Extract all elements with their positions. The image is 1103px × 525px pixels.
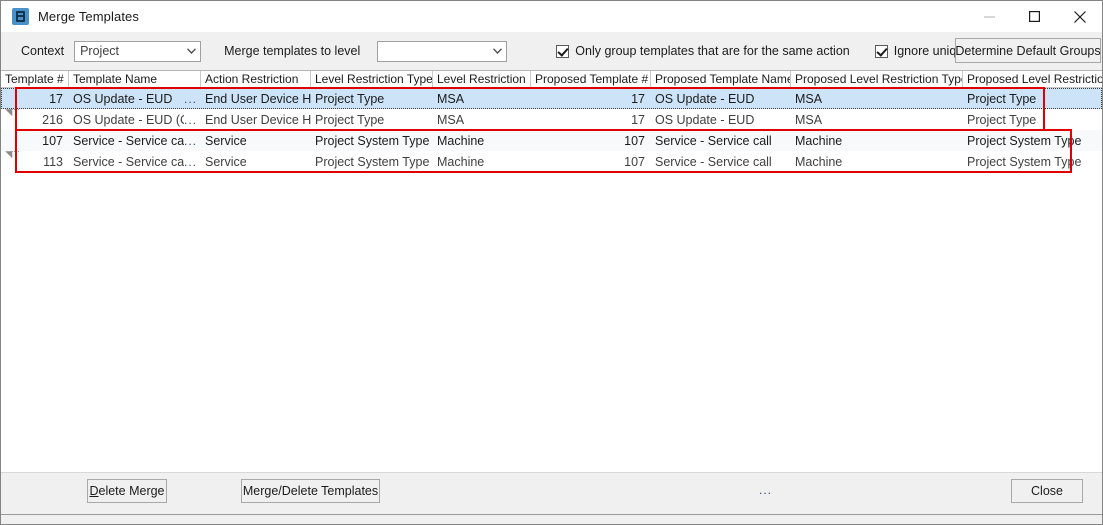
merge-delete-templates-label: Merge/Delete Templates	[243, 484, 378, 498]
maximize-icon[interactable]	[1012, 1, 1057, 32]
cell-level-restriction: Machine	[433, 131, 531, 151]
options-toolbar: Context Project Merge templates to level…	[1, 32, 1102, 70]
window-title: Merge Templates	[38, 9, 139, 24]
cell-proposed-template-num: 17	[531, 110, 651, 130]
delete-merge-rest: elete Merge	[99, 484, 165, 498]
cell-action-restriction: End User Device HW	[201, 89, 311, 109]
column-header-level-restriction[interactable]: Level Restriction	[433, 71, 531, 87]
template-name-ellipsis-button[interactable]: ...	[184, 136, 201, 146]
merge-templates-window: Merge Templates Context Project Merge te…	[0, 0, 1103, 525]
checkmark-icon	[556, 45, 569, 58]
table-row[interactable]: 113 Service - Service call (C ... Servic…	[1, 151, 1102, 172]
templates-grid: Template # Template Name Action Restrict…	[1, 70, 1102, 472]
cell-proposed-level-restriction-type: Machine	[791, 131, 963, 151]
column-header-proposed-template-num[interactable]: Proposed Template #	[531, 71, 651, 87]
footer-overflow-button[interactable]: ...	[759, 483, 772, 497]
chevron-down-icon	[183, 48, 200, 54]
context-dropdown[interactable]: Project	[74, 41, 201, 62]
column-header-level-restriction-type[interactable]: Level Restriction Type	[311, 71, 433, 87]
merge-level-label: Merge templates to level	[224, 44, 360, 58]
close-button-label: Close	[1031, 484, 1063, 498]
cell-proposed-level-restriction-type: MSA	[791, 89, 963, 109]
column-header-proposed-level-restriction-type[interactable]: Proposed Level Restriction Type	[791, 71, 963, 87]
cell-action-restriction: Service	[201, 152, 311, 172]
cell-proposed-template-name: Service - Service call	[651, 152, 791, 172]
grid-header-row: Template # Template Name Action Restrict…	[1, 71, 1102, 88]
cell-template-num: 216	[21, 110, 69, 130]
cell-level-restriction-type: Project System Type	[311, 131, 433, 151]
cell-template-name: Service - Service call (C	[69, 152, 184, 172]
table-row[interactable]: 17 OS Update - EUD ... End User Device H…	[1, 88, 1102, 109]
status-strip	[1, 514, 1102, 524]
context-label: Context	[21, 44, 64, 58]
cell-template-num: 107	[21, 131, 69, 151]
table-row[interactable]: 107 Service - Service call ... Service P…	[1, 130, 1102, 151]
close-icon[interactable]	[1057, 1, 1102, 32]
cell-level-restriction: Machine	[433, 152, 531, 172]
determine-default-groups-button[interactable]: Determine Default Groups	[955, 38, 1101, 63]
same-action-checkbox-label: Only group templates that are for the sa…	[575, 44, 849, 58]
delete-merge-button[interactable]: Delete Merge	[87, 479, 167, 503]
column-header-template-num[interactable]: Template #	[1, 71, 69, 87]
column-header-template-name[interactable]: Template Name	[69, 71, 201, 87]
column-header-action-restriction[interactable]: Action Restriction	[201, 71, 311, 87]
cell-proposed-template-name: OS Update - EUD	[651, 110, 791, 130]
minimize-icon[interactable]	[967, 1, 1012, 32]
determine-default-groups-label: Determine Default Groups	[955, 44, 1100, 58]
cell-proposed-level-restriction: Project Type	[963, 89, 1102, 109]
delete-merge-accel: D	[89, 484, 98, 498]
close-button[interactable]: Close	[1011, 479, 1083, 503]
cell-proposed-template-num: 107	[531, 152, 651, 172]
title-bar: Merge Templates	[1, 1, 1102, 32]
cell-level-restriction-type: Project System Type	[311, 152, 433, 172]
checkmark-icon	[875, 45, 888, 58]
cell-proposed-template-num: 107	[531, 131, 651, 151]
cell-template-num: 17	[21, 89, 69, 109]
cell-template-name: Service - Service call	[69, 131, 184, 151]
cell-template-name: OS Update - EUD (Cop	[69, 110, 184, 130]
window-controls	[967, 1, 1102, 32]
cell-level-restriction: MSA	[433, 110, 531, 130]
cell-template-num: 113	[21, 152, 69, 172]
template-name-ellipsis-button[interactable]: ...	[184, 94, 201, 104]
merge-delete-templates-button[interactable]: Merge/Delete Templates	[241, 479, 380, 503]
chevron-down-icon	[489, 48, 506, 54]
cell-proposed-level-restriction: Project Type	[963, 110, 1102, 130]
cell-proposed-template-num: 17	[531, 89, 651, 109]
context-dropdown-value: Project	[75, 44, 183, 58]
cell-proposed-level-restriction: Project System Type	[963, 131, 1102, 151]
cell-proposed-template-name: OS Update - EUD	[651, 89, 791, 109]
merge-level-dropdown[interactable]	[377, 41, 507, 62]
cell-proposed-level-restriction-type: MSA	[791, 110, 963, 130]
cell-proposed-level-restriction-type: Machine	[791, 152, 963, 172]
cell-level-restriction: MSA	[433, 89, 531, 109]
cell-proposed-level-restriction: Project System Type	[963, 152, 1102, 172]
cell-action-restriction: Service	[201, 131, 311, 151]
cell-template-name: OS Update - EUD	[69, 89, 184, 109]
cell-level-restriction-type: Project Type	[311, 110, 433, 130]
merge-templates-icon	[12, 8, 29, 25]
column-header-proposed-level-restriction[interactable]: Proposed Level Restriction	[963, 71, 1102, 87]
same-action-checkbox[interactable]: Only group templates that are for the sa…	[556, 44, 849, 58]
cell-action-restriction: End User Device HW	[201, 110, 311, 130]
cell-level-restriction-type: Project Type	[311, 89, 433, 109]
column-header-proposed-template-name[interactable]: Proposed Template Name	[651, 71, 791, 87]
delete-merge-label: Delete Merge	[89, 484, 164, 498]
footer-bar: Delete Merge Merge/Delete Templates ... …	[1, 472, 1102, 514]
cell-proposed-template-name: Service - Service call	[651, 131, 791, 151]
template-name-ellipsis-button[interactable]: ...	[184, 157, 201, 167]
table-row[interactable]: 216 OS Update - EUD (Cop ... End User De…	[1, 109, 1102, 130]
template-name-ellipsis-button[interactable]: ...	[184, 115, 201, 125]
